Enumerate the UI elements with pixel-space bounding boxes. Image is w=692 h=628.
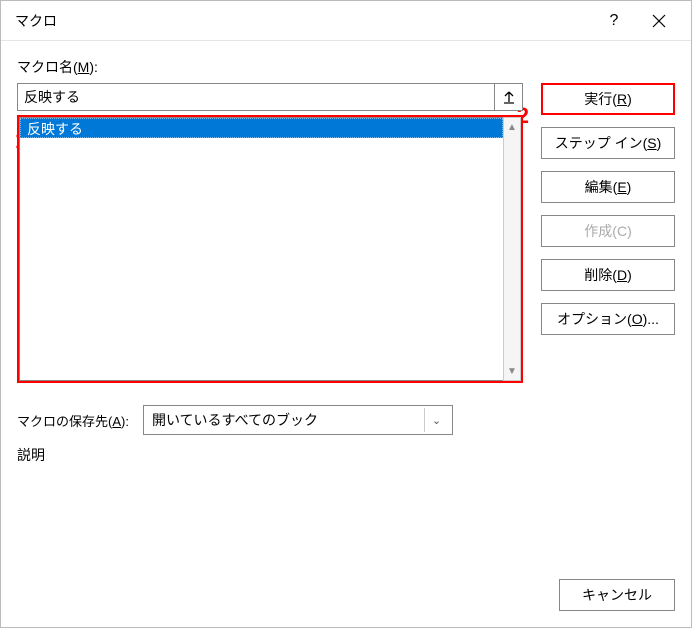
top-row: マクロ名(M): 反映する ▲ ▼ bbox=[17, 57, 675, 465]
edit-button[interactable]: 編集(E) bbox=[541, 171, 675, 203]
macro-listbox[interactable]: 反映する bbox=[19, 117, 503, 381]
macro-dialog: マクロ ? 1 2 マクロ名(M): 反映する bbox=[0, 0, 692, 628]
description-label: 説明 bbox=[17, 445, 523, 465]
list-item[interactable]: 反映する bbox=[20, 118, 503, 138]
step-in-button[interactable]: ステップ イン(S) bbox=[541, 127, 675, 159]
chevron-down-icon: ⌄ bbox=[424, 408, 448, 432]
titlebar: マクロ ? bbox=[1, 1, 691, 41]
macro-listbox-wrap: 反映する ▲ ▼ bbox=[17, 115, 523, 383]
create-button: 作成(C) bbox=[541, 215, 675, 247]
options-button[interactable]: オプション(O)... bbox=[541, 303, 675, 335]
dialog-title: マクロ bbox=[15, 11, 593, 31]
save-location-dropdown[interactable]: 開いているすべてのブック ⌄ bbox=[143, 405, 453, 435]
bottom-bar: キャンセル bbox=[17, 569, 675, 611]
help-button[interactable]: ? bbox=[593, 5, 635, 37]
dialog-content: 1 2 マクロ名(M): 反映する ▲ bbox=[1, 41, 691, 627]
macro-name-input[interactable] bbox=[17, 83, 495, 111]
delete-button[interactable]: 削除(D) bbox=[541, 259, 675, 291]
arrow-up-icon bbox=[502, 90, 516, 104]
macro-name-row bbox=[17, 83, 523, 111]
right-column: 実行(R) ステップ イン(S) 編集(E) 作成(C) 削除(D) オプション… bbox=[541, 57, 675, 465]
cancel-button[interactable]: キャンセル bbox=[559, 579, 675, 611]
save-location-row: マクロの保存先(A): 開いているすべてのブック ⌄ bbox=[17, 405, 523, 435]
macro-name-label: マクロ名(M): bbox=[17, 57, 523, 77]
scroll-up-icon[interactable]: ▲ bbox=[504, 118, 520, 136]
run-button[interactable]: 実行(R) bbox=[541, 83, 675, 115]
close-button[interactable] bbox=[635, 5, 683, 37]
scroll-down-icon[interactable]: ▼ bbox=[504, 362, 520, 380]
expand-up-button[interactable] bbox=[495, 83, 523, 111]
save-location-label: マクロの保存先(A): bbox=[17, 411, 129, 430]
left-column: マクロ名(M): 反映する ▲ ▼ bbox=[17, 57, 523, 465]
dropdown-value: 開いているすべてのブック bbox=[152, 410, 424, 430]
scrollbar[interactable]: ▲ ▼ bbox=[503, 117, 521, 381]
close-icon bbox=[652, 14, 666, 28]
